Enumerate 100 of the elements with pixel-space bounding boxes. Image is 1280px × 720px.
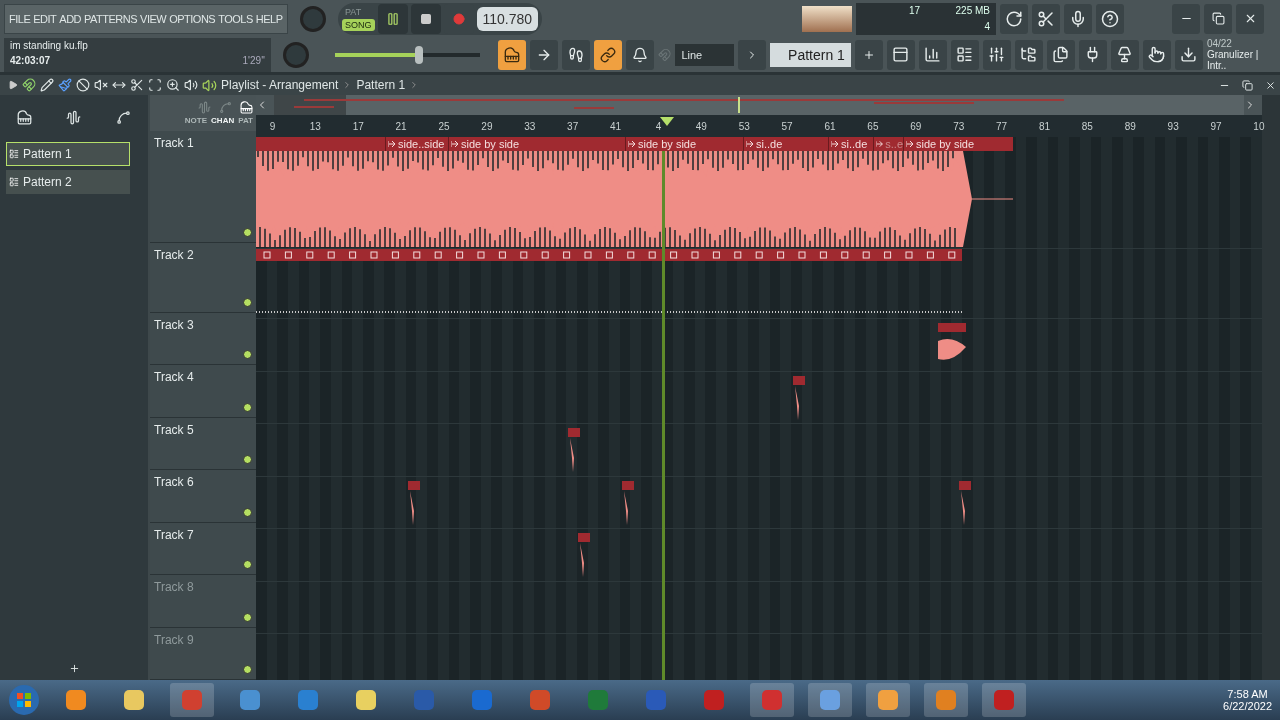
toolbar-button[interactable] bbox=[1046, 39, 1075, 70]
mode-toggle[interactable]: SONG bbox=[342, 19, 375, 31]
project-time: 42:03:07 bbox=[10, 54, 52, 68]
add-button[interactable] bbox=[68, 663, 80, 674]
tool-button[interactable] bbox=[166, 78, 180, 92]
tempo-display[interactable]: 110.780 bbox=[476, 6, 539, 31]
audio-clip[interactable]: side..side bbox=[385, 137, 445, 151]
filter-label[interactable]: PAT bbox=[238, 115, 253, 125]
tool-button[interactable] bbox=[94, 78, 108, 92]
start-button-icon[interactable] bbox=[8, 684, 40, 716]
track-lane[interactable] bbox=[256, 529, 1262, 582]
track-enable-dot[interactable] bbox=[243, 350, 252, 359]
menu-item[interactable]: HELP bbox=[255, 12, 283, 25]
mode-button[interactable] bbox=[594, 39, 623, 70]
menu-item[interactable]: VIEW bbox=[140, 12, 167, 25]
mode-button[interactable] bbox=[498, 39, 527, 70]
track-lane[interactable] bbox=[256, 581, 1262, 634]
audio-clip[interactable]: si..de bbox=[828, 137, 868, 151]
toolbar-button[interactable] bbox=[1064, 3, 1092, 34]
clip-name: side by side bbox=[461, 138, 520, 150]
tool-button[interactable] bbox=[58, 78, 72, 92]
mode-button[interactable] bbox=[530, 39, 559, 70]
clip-start-icon bbox=[628, 140, 636, 148]
toolbar-button[interactable] bbox=[918, 39, 947, 70]
scroll-left-button[interactable] bbox=[256, 95, 274, 115]
slice-icon bbox=[130, 78, 144, 92]
timeline-ruler[interactable]: 9 13 17 21 25 29 33 37 41 4 49 53 57 61 65 69 73 77 81 85 89 93 97 10 bbox=[256, 115, 1262, 137]
tool-button[interactable] bbox=[130, 78, 144, 92]
picker-tab[interactable] bbox=[115, 110, 131, 125]
clip-name: s..e bbox=[885, 138, 903, 150]
pattern-selector[interactable]: Pattern 1 bbox=[769, 42, 851, 67]
slider-thumb[interactable] bbox=[415, 45, 424, 64]
toolbar-button[interactable] bbox=[1078, 39, 1107, 70]
track-enable-dot[interactable] bbox=[243, 507, 252, 517]
menu-item[interactable]: FILE bbox=[9, 12, 31, 25]
mode-button[interactable] bbox=[562, 39, 591, 70]
track-enable-dot[interactable] bbox=[243, 560, 252, 569]
menu-item[interactable]: OPTIONS bbox=[169, 12, 216, 25]
play-button[interactable] bbox=[377, 3, 408, 34]
tool-button[interactable] bbox=[22, 78, 36, 92]
menu-item[interactable]: ADD bbox=[59, 12, 82, 25]
undo-icon bbox=[1005, 9, 1023, 28]
toolbar-button[interactable] bbox=[1142, 39, 1171, 70]
toolbar-button[interactable] bbox=[1000, 3, 1028, 34]
toolbar-button[interactable] bbox=[1014, 39, 1043, 70]
automation-icon bbox=[219, 100, 232, 114]
toolbar-button[interactable] bbox=[1032, 3, 1060, 34]
pattern-item[interactable]: Pattern 1 bbox=[6, 142, 130, 166]
pointer-icon bbox=[1148, 46, 1166, 63]
track-enable-dot[interactable] bbox=[243, 612, 252, 622]
clip-start-icon bbox=[876, 140, 884, 148]
window-title: Playlist - Arrangement bbox=[221, 78, 339, 92]
toolbar-button[interactable] bbox=[886, 39, 915, 70]
menu-item[interactable]: EDIT bbox=[33, 12, 57, 25]
tool-button[interactable] bbox=[184, 78, 198, 92]
window-button[interactable] bbox=[1204, 3, 1232, 34]
pattern-item[interactable]: Pattern 2 bbox=[6, 170, 130, 194]
track-lane[interactable] bbox=[256, 249, 1262, 319]
track-lane[interactable] bbox=[256, 319, 1262, 372]
track-lane[interactable] bbox=[256, 371, 1262, 424]
pencil-icon bbox=[40, 78, 54, 92]
add-pattern-button[interactable] bbox=[854, 39, 883, 70]
clip-start-icon bbox=[906, 140, 914, 148]
track-enable-dot[interactable] bbox=[243, 455, 252, 464]
track-enable-dot[interactable] bbox=[243, 227, 252, 237]
tool-button[interactable] bbox=[148, 78, 162, 92]
stop-button[interactable] bbox=[410, 3, 441, 34]
filter-label[interactable]: NOTE bbox=[184, 115, 208, 125]
filter-label[interactable]: CHAN bbox=[211, 115, 235, 125]
picker-tab[interactable] bbox=[66, 110, 82, 125]
vertical-scrollbar[interactable] bbox=[1262, 95, 1280, 680]
picker-tab[interactable] bbox=[17, 110, 33, 125]
toolbar-button[interactable] bbox=[982, 39, 1011, 70]
menu-item[interactable]: PATTERNS bbox=[84, 12, 138, 25]
snap-dropdown[interactable]: Line bbox=[675, 43, 734, 66]
toolbar-button[interactable] bbox=[1110, 39, 1139, 70]
track-enable-dot[interactable] bbox=[243, 297, 252, 307]
waveform-icon bbox=[198, 100, 211, 114]
toolbar-button[interactable] bbox=[1096, 3, 1124, 34]
clip-start-icon bbox=[388, 140, 396, 148]
bar-number: 25 bbox=[438, 120, 450, 132]
track-name: Track 8 bbox=[154, 580, 194, 594]
app-icon bbox=[64, 688, 88, 712]
clip-start-icon bbox=[831, 140, 839, 148]
track-lane[interactable]: side..side side by side side by side si..de si..de s..e side by side bbox=[256, 137, 1262, 249]
app-icon bbox=[122, 688, 146, 712]
mode-toggle[interactable]: PAT bbox=[342, 6, 375, 18]
taskbar-app-icon[interactable] bbox=[866, 683, 910, 717]
track-lane[interactable] bbox=[256, 424, 1262, 477]
toolbar-button[interactable] bbox=[1174, 39, 1203, 70]
stop-icon bbox=[419, 12, 432, 25]
tool-button[interactable] bbox=[40, 78, 54, 92]
track-enable-dot[interactable] bbox=[243, 402, 252, 412]
track-lane[interactable] bbox=[256, 476, 1262, 529]
bar-number: 89 bbox=[1124, 120, 1136, 132]
tool-button[interactable] bbox=[76, 78, 90, 92]
toolbar-button[interactable] bbox=[626, 39, 655, 70]
track-enable-dot[interactable] bbox=[243, 665, 252, 674]
toolbar-button[interactable] bbox=[950, 39, 979, 70]
menu-item[interactable]: TOOLS bbox=[218, 12, 253, 25]
